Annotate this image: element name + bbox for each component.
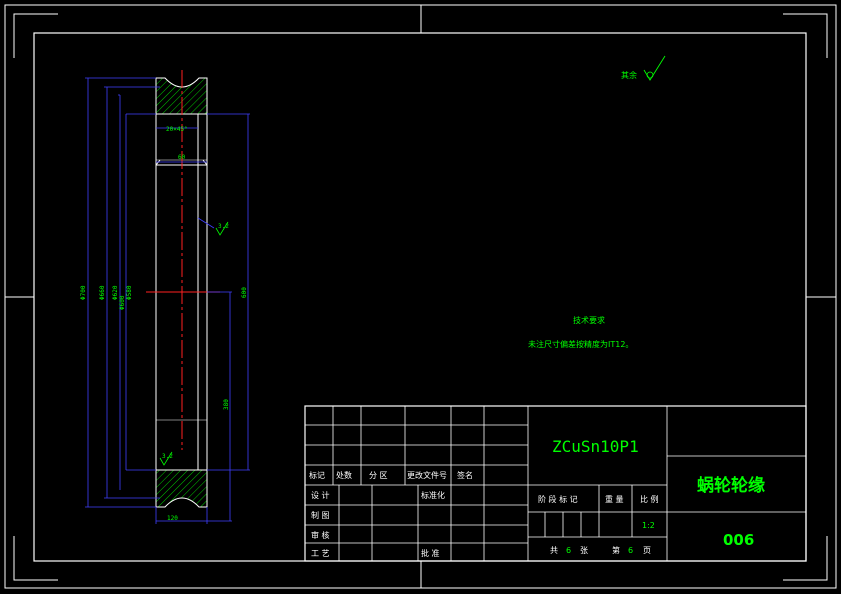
roughness-symbols [159, 221, 229, 466]
dim-w1: 120 [167, 515, 178, 522]
title-block-text: 标记 处数 分 区 更改文件号 签名 设 计 制 图 审 核 工 艺 标准化 批… [309, 437, 765, 558]
roughness-rest-note: 其余 [621, 55, 666, 81]
drawing-number: 006 [723, 531, 754, 549]
weight-header: 重 量 [605, 494, 624, 504]
part-name: 蜗轮轮缘 [697, 475, 765, 496]
rev-header-zone: 分 区 [369, 471, 388, 480]
sheets-current-unit: 页 [643, 546, 651, 555]
dim-h1: 380 [223, 399, 230, 410]
sheets-total: 6 [566, 546, 571, 555]
dim-h2: 600 [241, 287, 248, 298]
dim-d5: Φ580 [126, 285, 133, 300]
dim-d3: Φ620 [112, 285, 119, 300]
dim-roughness-2: 3.2 [162, 453, 173, 460]
role-process: 工 艺 [311, 549, 330, 558]
role-draw: 制 图 [311, 510, 330, 520]
rev-header-sign: 签名 [457, 470, 473, 480]
dim-roughness-1: 3.2 [218, 223, 229, 230]
part-view: Φ700 Φ660 Φ620 Φ600 Φ580 600 380 120 60 … [80, 70, 250, 524]
roughness-rest-label: 其余 [621, 70, 637, 80]
tech-req-title: 技术要求 [573, 315, 605, 325]
role-review: 审 核 [311, 530, 330, 540]
sheets-current-label: 第 [612, 545, 620, 555]
rev-header-doc: 更改文件号 [407, 470, 447, 480]
dim-d1: Φ700 [80, 285, 87, 300]
rev-header-mark: 标记 [309, 470, 325, 480]
cad-drawing-sheet: Φ700 Φ660 Φ620 Φ600 Φ580 600 380 120 60 … [4, 4, 837, 589]
role-standard: 标准化 [421, 490, 445, 500]
technical-requirements: 技术要求 未注尺寸偏差按精度为IT12。 [528, 315, 633, 349]
bottom-section-hatch [155, 469, 208, 508]
sheets-total-unit: 张 [580, 546, 588, 555]
tech-req-line-1: 未注尺寸偏差按精度为IT12。 [528, 339, 633, 349]
rev-header-count: 处数 [336, 470, 352, 480]
scale-value: 1:2 [642, 521, 655, 530]
material: ZCuSn10P1 [552, 437, 639, 456]
sheets-total-label: 共 [550, 546, 558, 555]
stage-header: 阶 段 标 记 [538, 494, 578, 504]
sheets-current: 6 [628, 546, 633, 555]
dim-d4: Φ600 [119, 295, 126, 310]
role-design: 设 计 [311, 490, 330, 500]
role-approve: 批 准 [421, 548, 440, 558]
scale-header: 比 例 [640, 494, 659, 504]
dim-d2: Φ660 [99, 285, 106, 300]
dim-w2: 60 [178, 154, 186, 161]
dim-chamfer: 20×45° [166, 126, 188, 133]
